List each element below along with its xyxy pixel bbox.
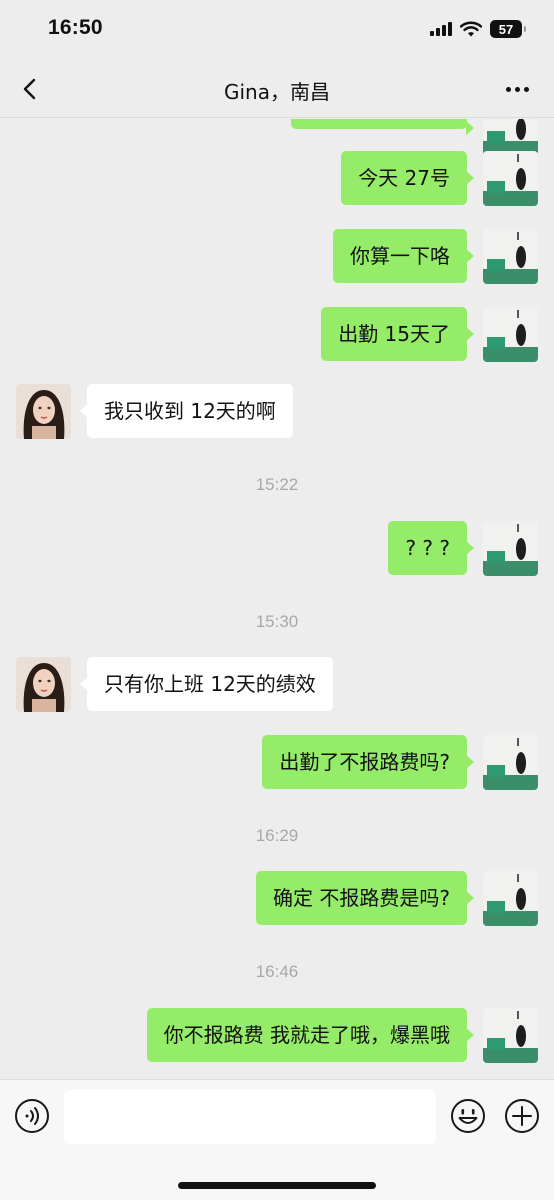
message-bubble[interactable]: 出勤 15天了 <box>321 307 474 361</box>
message-row: 只有你上班 12天的绩效 <box>16 657 333 712</box>
more-icon[interactable] <box>500 74 534 104</box>
status-bar: 16:50 57 <box>0 0 554 60</box>
chat-header: Gina，南昌 <box>0 60 554 118</box>
message-timestamp: 16:29 <box>255 826 299 845</box>
status-icons: 57 <box>430 20 526 38</box>
contact-avatar[interactable] <box>16 657 71 712</box>
message-bubble[interactable]: 今天 27号 <box>341 151 474 205</box>
message-row: 你算一下咯 <box>333 229 538 284</box>
emoji-icon[interactable] <box>450 1098 486 1134</box>
plus-icon[interactable] <box>504 1098 540 1134</box>
message-row: 今天 27号 <box>341 151 538 206</box>
message-bubble[interactable]: 只有你上班 12天的绩效 <box>80 657 333 711</box>
wifi-icon <box>460 21 482 37</box>
self-avatar[interactable] <box>483 521 538 576</box>
cellular-signal-icon <box>430 22 452 36</box>
self-avatar[interactable] <box>483 151 538 206</box>
chat-title: Gina，南昌 <box>224 80 330 104</box>
message-bubble[interactable]: 你算一下咯 <box>333 229 474 283</box>
voice-icon[interactable] <box>14 1098 50 1134</box>
self-avatar[interactable] <box>483 229 538 284</box>
message-timestamp: 15:22 <box>255 475 299 494</box>
message-row: ? ? ? <box>388 521 538 576</box>
message-bubble-partial <box>291 119 474 135</box>
self-avatar[interactable] <box>483 1008 538 1063</box>
message-row: 我只收到 12天的啊 <box>16 384 293 439</box>
status-time: 16:50 <box>48 16 103 39</box>
self-avatar[interactable] <box>483 307 538 362</box>
message-timestamp: 15:30 <box>255 612 299 631</box>
message-bubble[interactable]: 出勤了不报路费吗? <box>262 735 474 789</box>
message-row: 出勤了不报路费吗? <box>262 735 538 790</box>
message-bubble[interactable]: 确定 不报路费是吗? <box>256 871 474 925</box>
message-bubble[interactable]: 你不报路费 我就走了哦，爆黑哦 <box>146 1008 475 1062</box>
home-indicator[interactable] <box>178 1182 376 1189</box>
message-row: 确定 不报路费是吗? <box>256 871 538 926</box>
self-avatar[interactable] <box>483 871 538 926</box>
battery-icon: 57 <box>490 20 526 38</box>
message-bubble[interactable]: ? ? ? <box>388 521 474 575</box>
message-row: 你不报路费 我就走了哦，爆黑哦 <box>146 1008 538 1063</box>
message-bubble[interactable]: 我只收到 12天的啊 <box>80 384 293 438</box>
message-row: 出勤 15天了 <box>321 307 538 362</box>
message-list[interactable]: 今天 27号 你算一下咯 出勤 15天了 我只收到 12天的啊 15:22 ? … <box>0 119 554 1079</box>
message-timestamp: 16:46 <box>255 962 299 981</box>
contact-avatar[interactable] <box>16 384 71 439</box>
self-avatar[interactable] <box>483 735 538 790</box>
message-input[interactable] <box>64 1090 436 1144</box>
